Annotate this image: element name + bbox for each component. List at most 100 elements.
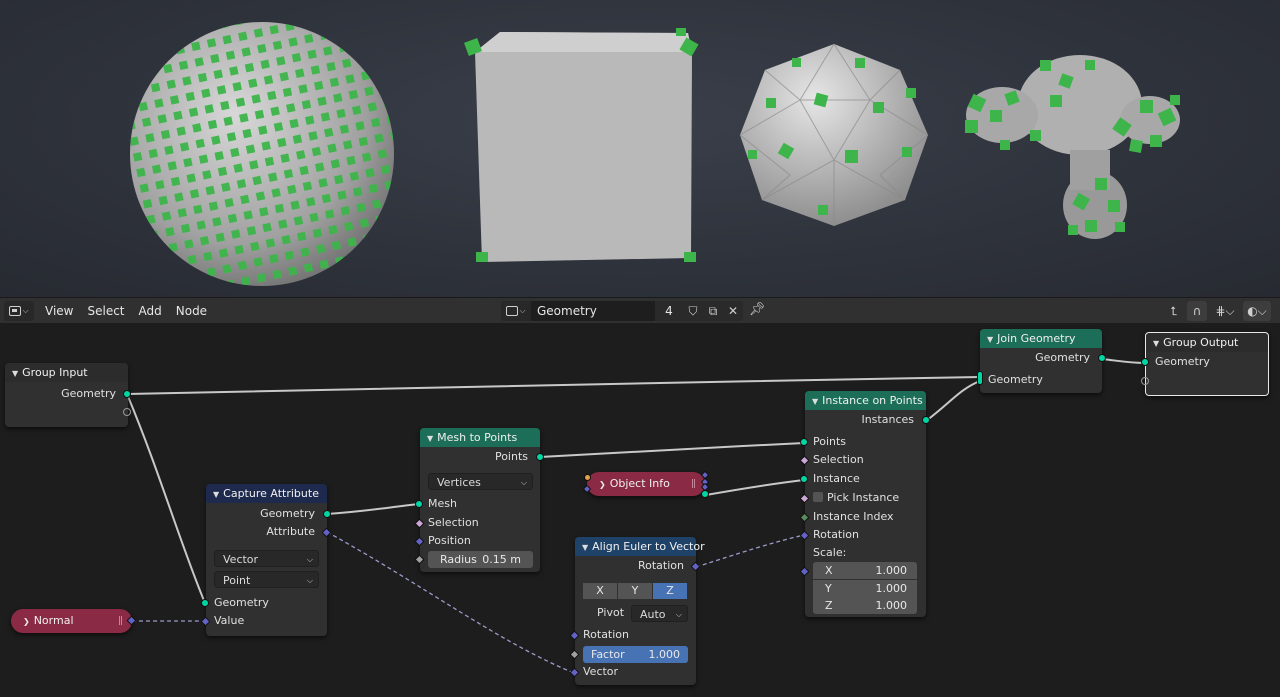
output-instances-label: Instances [861, 413, 914, 426]
pick-instance-checkbox[interactable]: Pick Instance [813, 489, 899, 507]
pivot-dropdown[interactable]: Auto ⌵ [631, 605, 688, 622]
node-tree-name-field[interactable]: Geometry Nodes.001 [531, 301, 655, 338]
scale-y-field[interactable]: Y 1.000 [813, 580, 917, 597]
node-title[interactable]: ▼ Join Geometry [980, 329, 1102, 348]
editor-type-button[interactable]: ⌵ [4, 301, 34, 321]
node-title-label: Normal [33, 614, 74, 627]
node-mesh-to-points[interactable]: ▼ Mesh to Points Points Vertices ⌵ Mesh Se… [414, 428, 544, 572]
collapse-icon[interactable]: ▼ [987, 330, 993, 349]
node-title-label: Object Info [609, 477, 670, 490]
socket-instances-out[interactable] [922, 416, 930, 424]
node-editor-canvas[interactable]: ▼ Group Input Geometry ▼ Capture Attribute… [0, 323, 1280, 697]
node-title[interactable]: ▼ Group Output [1146, 333, 1268, 352]
node-title[interactable]: ▼ Instance on Points [805, 391, 926, 410]
dropdown-value: Vector [223, 553, 259, 566]
grip-icon: || [117, 616, 123, 626]
unlink-button[interactable]: ✕ [723, 301, 743, 321]
menu-node[interactable]: Node [169, 300, 214, 322]
menu-select[interactable]: Select [80, 300, 131, 322]
parent-node-icon: ⮤ [1170, 303, 1178, 318]
node-tree-browse-button[interactable]: ⌵ [501, 301, 531, 321]
expand-icon[interactable]: ❯ [23, 617, 30, 626]
radius-field[interactable]: Radius 0.15 m [428, 551, 533, 568]
grid-icon: ⋕⌵ [1215, 303, 1235, 318]
menu-add[interactable]: Add [132, 300, 169, 322]
node-title[interactable]: ▼ Group Input [5, 363, 128, 382]
node-title-label: Group Output [1163, 336, 1239, 349]
scale-x-field[interactable]: X 1.000 [813, 562, 917, 579]
axis-z-button[interactable]: Z [653, 583, 687, 599]
collapse-icon[interactable]: ▼ [812, 392, 818, 411]
axis-selector: X Y Z [583, 583, 688, 599]
input-position-label: Position [428, 534, 471, 547]
collapse-icon[interactable]: ▼ [582, 538, 588, 557]
collapse-icon[interactable]: ▼ [1153, 334, 1159, 353]
node-title[interactable]: ▼ Align Euler to Vector [575, 537, 705, 557]
field-label: Factor [591, 648, 625, 661]
socket-empty-out[interactable] [123, 408, 131, 416]
field-label: Radius [440, 553, 477, 566]
link-join-output [1101, 358, 1147, 364]
data-type-dropdown[interactable]: Vector ⌵ [214, 550, 319, 567]
duplicate-button[interactable]: ⧉ [703, 301, 723, 321]
snap-button[interactable]: ∩ [1187, 301, 1207, 321]
socket-instance-in[interactable] [800, 475, 808, 483]
scale-z-field[interactable]: Z 1.000 [813, 597, 917, 614]
expand-icon[interactable]: ❯ [599, 480, 606, 489]
fake-user-button[interactable]: ⛉ [683, 301, 703, 321]
field-value: 1.000 [875, 599, 908, 612]
node-editor-icon [9, 306, 22, 316]
socket-empty-in[interactable] [1141, 377, 1149, 385]
node-align-euler-to-vector[interactable]: ▼ Align Euler to Vector Rotation X Y Z Pi… [569, 537, 705, 685]
dropdown-value: Point [223, 574, 251, 587]
input-geometry-label: Geometry [214, 596, 269, 609]
node-title[interactable]: ▼ Capture Attribute [206, 484, 327, 503]
menu-view[interactable]: View [38, 300, 80, 322]
node-title-label: Capture Attribute [223, 487, 319, 500]
suzanne-monkey [965, 55, 1180, 239]
3d-viewport[interactable] [0, 0, 1280, 297]
domain-dropdown[interactable]: Point ⌵ [214, 571, 319, 588]
uv-sphere [130, 22, 394, 286]
collapse-icon[interactable]: ▼ [12, 364, 18, 383]
factor-field[interactable]: Factor 1.000 [583, 646, 688, 663]
icosphere [739, 43, 929, 226]
axis-y-button[interactable]: Y [618, 583, 652, 599]
socket-mesh-in[interactable] [415, 500, 423, 508]
socket-object-in[interactable] [584, 474, 591, 481]
node-title-label: Mesh to Points [437, 431, 518, 444]
grid-button[interactable]: ⋕⌵ [1210, 301, 1240, 321]
chevron-down-icon: ⌵ [306, 576, 313, 585]
pin-button[interactable]: 📌︎ [748, 302, 766, 320]
collapse-icon[interactable]: ▼ [427, 429, 433, 448]
node-object-info[interactable]: ❯ Object Info || [582, 470, 710, 498]
socket-points-in[interactable] [800, 438, 808, 446]
node-join-geometry[interactable]: ▼ Join Geometry Geometry Geometry [977, 329, 1106, 393]
socket-geometry-out[interactable] [123, 390, 131, 398]
input-vector-label: Vector [583, 665, 619, 678]
socket-geometry-out[interactable] [701, 490, 709, 498]
axis-x-button[interactable]: X [583, 583, 617, 599]
field-label: Z [825, 599, 833, 612]
node-title[interactable]: ▼ Mesh to Points [420, 428, 540, 447]
node-normal[interactable]: ❯ Normal || [11, 609, 137, 633]
input-points-label: Points [813, 435, 847, 448]
dropdown-value: Vertices [437, 476, 481, 489]
mode-dropdown[interactable]: Vertices ⌵ [428, 473, 533, 490]
input-instance-index-label: Instance Index [813, 510, 894, 523]
socket-geometry-in[interactable] [201, 599, 209, 607]
node-instance-on-points[interactable]: ▼ Instance on Points Instances Points Sel… [799, 391, 930, 617]
socket-geometry-multi-in[interactable] [977, 371, 983, 385]
collapse-icon[interactable]: ▼ [213, 485, 219, 504]
overlay-button[interactable]: ◐⌵ [1243, 301, 1271, 321]
node-capture-attribute[interactable]: ▼ Capture Attribute Geometry Attribute Ve… [200, 484, 332, 636]
node-tree-users-count[interactable]: 4 [655, 301, 683, 321]
node-group-input[interactable]: ▼ Group Input Geometry [5, 363, 131, 427]
parent-node-button[interactable]: ⮤ [1164, 301, 1184, 321]
socket-geometry-in[interactable] [1141, 358, 1149, 366]
socket-points-out[interactable] [536, 453, 544, 461]
close-icon: ✕ [727, 304, 739, 318]
node-group-output[interactable]: ▼ Group Output Geometry [1141, 332, 1269, 396]
socket-geometry-out[interactable] [323, 510, 331, 518]
socket-geometry-out[interactable] [1098, 354, 1106, 362]
